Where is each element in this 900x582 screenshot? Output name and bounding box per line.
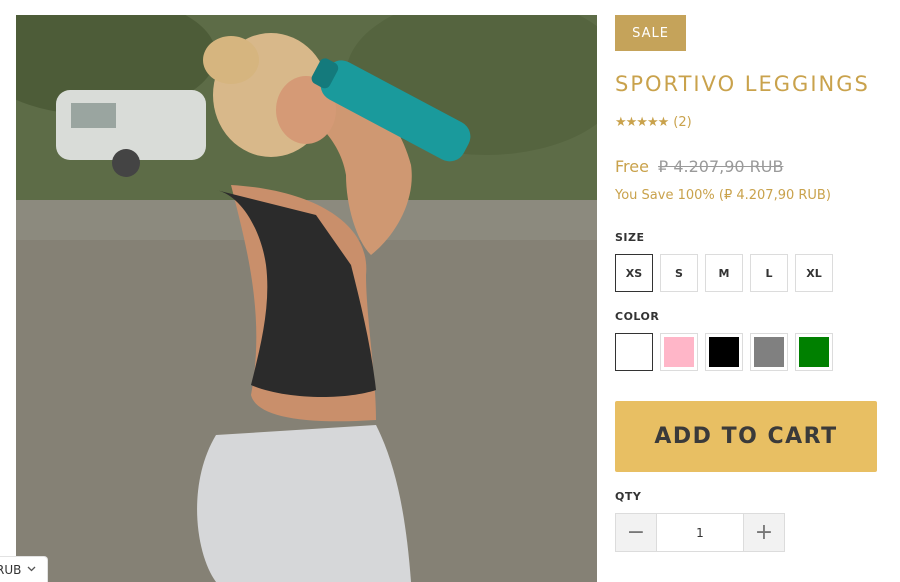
size-option-l[interactable]: L: [750, 254, 788, 292]
price-original: ₽ 4.207,90 RUB: [658, 157, 784, 176]
rating-stars-icon: ★★★★★: [615, 115, 669, 130]
currency-selector[interactable]: RUB: [0, 556, 48, 582]
qty-decrement-button[interactable]: −: [616, 514, 656, 551]
color-swatch: [799, 337, 829, 367]
qty-input[interactable]: 1: [656, 514, 744, 551]
color-option-2[interactable]: [660, 333, 698, 371]
qty-increment-button[interactable]: +: [744, 514, 784, 551]
color-options: [615, 333, 833, 371]
you-save-text: You Save 100% (₽ 4.207,90 RUB): [615, 188, 831, 203]
size-option-s[interactable]: S: [660, 254, 698, 292]
size-options: XS S M L XL: [615, 254, 833, 292]
color-swatch: [709, 337, 739, 367]
size-label: SIZE: [615, 231, 645, 244]
rating-count[interactable]: (2): [673, 115, 691, 130]
add-to-cart-button[interactable]: ADD TO CART: [615, 401, 877, 472]
chevron-down-icon: [27, 564, 36, 575]
qty-label: QTY: [615, 490, 642, 503]
color-swatch: [664, 337, 694, 367]
color-option-5[interactable]: [795, 333, 833, 371]
size-option-xl[interactable]: XL: [795, 254, 833, 292]
color-option-3[interactable]: [705, 333, 743, 371]
product-title: SPORTIVO LEGGINGS: [615, 72, 870, 96]
color-swatch: [754, 337, 784, 367]
product-rating[interactable]: ★★★★★ (2): [615, 115, 692, 130]
sale-badge: SALE: [615, 15, 686, 51]
price: Free ₽ 4.207,90 RUB: [615, 157, 783, 176]
color-option-1[interactable]: [615, 333, 653, 371]
color-label: COLOR: [615, 310, 660, 323]
product-photo-illustration: [16, 15, 597, 582]
color-option-4[interactable]: [750, 333, 788, 371]
color-swatch: [619, 337, 649, 367]
price-current: Free: [615, 157, 649, 176]
product-image[interactable]: [16, 15, 597, 582]
quantity-stepper: − 1 +: [615, 513, 785, 552]
product-page: SALE SPORTIVO LEGGINGS ★★★★★ (2) Free ₽ …: [0, 0, 900, 582]
size-option-xs[interactable]: XS: [615, 254, 653, 292]
currency-value: RUB: [0, 562, 22, 577]
size-option-m[interactable]: M: [705, 254, 743, 292]
